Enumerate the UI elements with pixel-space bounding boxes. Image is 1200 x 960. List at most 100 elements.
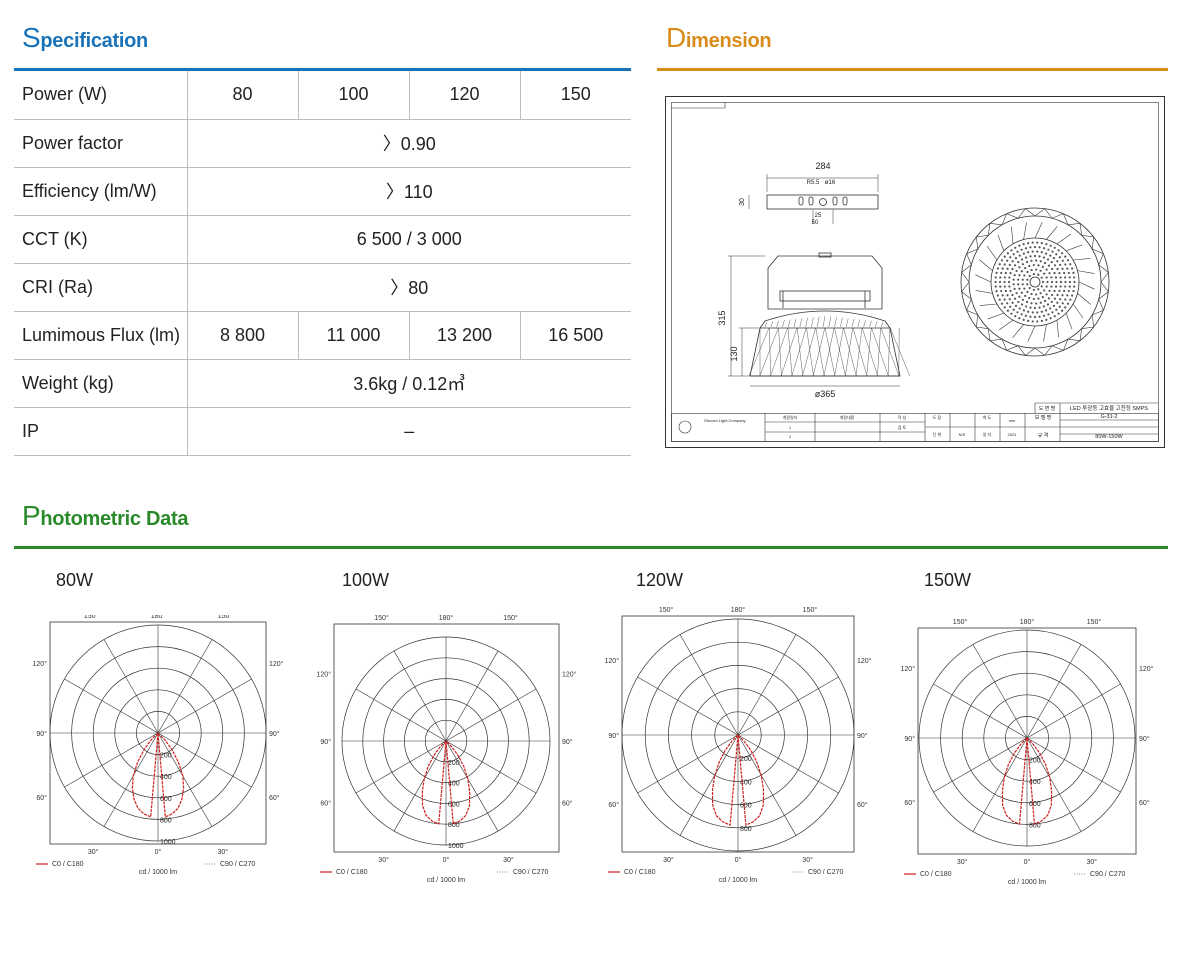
grid-spoke (445, 688, 537, 742)
legend-label-c90: C90 / C270 (1090, 871, 1126, 878)
tb-date-hdr: 개정일자 (783, 414, 798, 420)
legend-unit: cd / 1000 lm (427, 877, 465, 884)
legend-label-c0: C0 / C180 (336, 869, 368, 876)
angle-label: 120° (317, 671, 332, 679)
photometric-chart-title: 100W (342, 570, 390, 590)
angle-label: 60° (904, 799, 915, 807)
spec-row: Weight (kg) 3.6kg / 0.12㎥ (14, 359, 631, 408)
angle-label: 120° (562, 671, 577, 679)
legend-label-c0: C0 / C180 (624, 869, 656, 876)
dim-phi16: ø16 (825, 180, 836, 186)
spec-value: 150 (519, 71, 631, 120)
tb-rev1: 1 (789, 425, 792, 430)
grid-spoke (737, 676, 839, 736)
angle-label: 60° (562, 799, 573, 807)
tb-unit-label: 단 위 (933, 431, 942, 437)
angle-label: 60° (608, 801, 619, 809)
grid-spoke (157, 678, 252, 734)
dim-height-lower: 130 (729, 346, 739, 361)
tb-unit: mm (1009, 418, 1016, 423)
ring-label: 600 (448, 801, 460, 808)
spec-value: 120 (408, 71, 520, 120)
spec-row: Efficiency (lm/W) 〉110 (14, 167, 631, 216)
dimension-drawing: 284 R5.5 ø16 25 50 30 315 130 ø365 도 면 명… (665, 96, 1165, 448)
angle-label: 30° (802, 856, 813, 864)
grid-spoke (679, 634, 739, 736)
spec-label: Power (W) (14, 71, 188, 120)
angle-label: 180° (151, 615, 166, 620)
angle-label: 60° (857, 801, 868, 809)
dim-width-top: 284 (815, 161, 830, 171)
tb-year-label: 일 자 (983, 431, 992, 437)
angle-label: 120° (857, 657, 872, 665)
angle-label: 120° (901, 665, 916, 673)
angle-label: 30° (218, 848, 229, 856)
angle-label: 30° (88, 848, 99, 856)
ring-label: 200 (448, 760, 460, 767)
angle-label: 60° (269, 794, 280, 802)
legend-unit: cd / 1000 lm (719, 877, 757, 884)
tb-drawing-name-label: 도 면 명 (1039, 405, 1056, 412)
fixture-lattice (748, 327, 910, 377)
angle-label: 120° (1139, 665, 1154, 673)
grid-spoke (355, 740, 447, 794)
grid-spoke (737, 734, 839, 794)
fixture-fins (764, 315, 884, 328)
spec-value: 3.6kg / 0.12㎥ (187, 359, 631, 408)
spec-label: Power factor (14, 119, 188, 168)
tb-year: 2021 (1008, 432, 1018, 437)
ring-label: 800 (160, 817, 172, 824)
tb-scale: N/S (959, 432, 966, 437)
spec-value: 80 (187, 71, 298, 120)
spec-label: CRI (Ra) (14, 263, 188, 312)
legend-label-c0: C0 / C180 (52, 861, 84, 868)
angle-label: 150° (1087, 618, 1102, 626)
spec-label: IP (14, 407, 188, 456)
grid-spoke (637, 676, 739, 736)
dim-r55: R5.5 (807, 180, 820, 186)
dim-diameter: ø365 (815, 389, 836, 399)
angle-label: 120° (269, 660, 284, 668)
angle-label: 30° (1087, 858, 1098, 866)
angle-label: 30° (663, 856, 674, 864)
angle-label: 90° (36, 730, 47, 738)
legend-unit: cd / 1000 lm (139, 869, 177, 876)
spec-value: 13 200 (408, 311, 520, 360)
dim-30: 30 (739, 198, 746, 206)
angle-label: 90° (562, 738, 573, 746)
spec-value: 6 500 / 3 000 (187, 215, 631, 264)
photometric-rule (14, 546, 1168, 549)
grid-spoke (1026, 737, 1121, 793)
dimension-rule (657, 68, 1168, 71)
grid-spoke (933, 683, 1028, 739)
photometric-chart-title: 150W (924, 570, 972, 590)
spec-label: Efficiency (lm/W) (14, 167, 188, 216)
photometric-chart-title: 80W (56, 570, 94, 590)
grid-spoke (445, 650, 499, 742)
angle-label: 0° (155, 848, 162, 856)
spec-value: 100 (297, 71, 409, 120)
spec-row: CRI (Ra) 〉80 (14, 263, 631, 312)
tb-drawing-name: LED 투광등 고효율 고천정 SMPS (1070, 404, 1148, 412)
spec-label: Weight (kg) (14, 359, 188, 408)
angle-label: 150° (953, 618, 968, 626)
grid-spoke (103, 639, 159, 734)
grid-spoke (393, 740, 447, 832)
spec-value: – (187, 407, 631, 456)
specification-table: Power (W) 80 100 120 150 Power factor 〉0.90 Eff… (14, 71, 631, 456)
angle-label: 60° (36, 794, 47, 802)
tb-company: Elecom Light Company (704, 418, 745, 423)
dim-25: 25 (815, 213, 822, 219)
polar-chart: 2004006008001000150° 180° 150°120° 120°90° 9… (33, 615, 284, 876)
grid-spoke (157, 639, 213, 734)
fixture-front-view (960, 207, 1110, 357)
angle-label: 150° (803, 606, 818, 614)
ring-label: 600 (160, 796, 172, 803)
angle-label: 120° (33, 660, 48, 668)
legend-label-c90: C90 / C270 (220, 861, 256, 868)
ring-label: 1000 (448, 843, 464, 850)
dim-height-total: 315 (717, 310, 727, 325)
spec-value: 8 800 (187, 311, 298, 360)
polar-chart: 200400600800150° 180° 150°120° 120°90° 90°60… (901, 618, 1154, 886)
legend-label-c0: C0 / C180 (920, 871, 952, 878)
